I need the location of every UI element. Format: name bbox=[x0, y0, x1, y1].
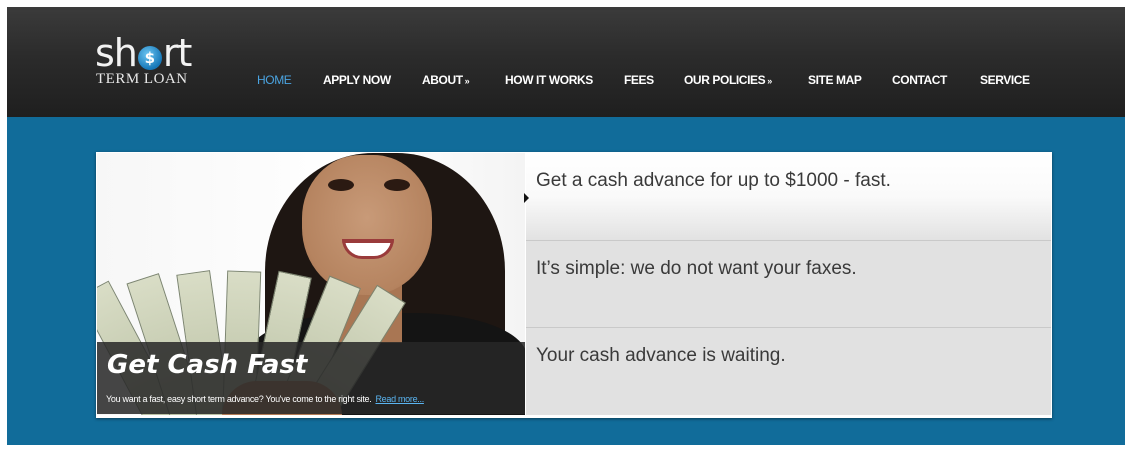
nav-our-policies[interactable]: OUR POLICIES» bbox=[684, 73, 772, 87]
nav-site-map[interactable]: SITE MAP bbox=[808, 73, 862, 87]
page-frame: sh $ rt TERM LOAN HOME APPLY NOW ABOUT» HO… bbox=[7, 7, 1125, 445]
nav-service[interactable]: SERVICE bbox=[980, 73, 1030, 87]
slider-tab-text: It’s simple: we do not want your faxes. bbox=[536, 258, 857, 279]
nav-contact[interactable]: CONTACT bbox=[892, 73, 947, 87]
slider-tabs: Get a cash advance for up to $1000 - fas… bbox=[524, 153, 1051, 415]
logo-text-start: sh bbox=[95, 31, 138, 75]
logo-text-end: rt bbox=[162, 31, 193, 75]
photo-eye bbox=[384, 179, 410, 191]
dropdown-arrow-icon: » bbox=[464, 76, 470, 86]
nav-fees[interactable]: FEES bbox=[624, 73, 654, 87]
slider-tab-text: Your cash advance is waiting. bbox=[536, 345, 786, 366]
nav-home[interactable]: HOME bbox=[257, 73, 292, 87]
slider-tab-1[interactable]: Get a cash advance for up to $1000 - fas… bbox=[524, 153, 1051, 241]
active-tab-arrow-icon bbox=[524, 193, 529, 203]
dollar-coin-icon: $ bbox=[137, 46, 162, 70]
featured-slider: Get Cash Fast You want a fast, easy shor… bbox=[96, 152, 1052, 418]
slider-tab-3[interactable]: Your cash advance is waiting. bbox=[526, 328, 1051, 415]
nav-about-label: ABOUT bbox=[422, 73, 463, 87]
slide-caption-title: Get Cash Fast bbox=[107, 350, 308, 380]
main-nav: HOME APPLY NOW ABOUT» HOW IT WORKS FEES … bbox=[7, 73, 1125, 89]
dropdown-arrow-icon: » bbox=[767, 76, 772, 86]
read-more-link[interactable]: Read more... bbox=[375, 394, 424, 404]
site-header: sh $ rt TERM LOAN HOME APPLY NOW ABOUT» HO… bbox=[7, 7, 1125, 117]
nav-our-policies-label: OUR POLICIES bbox=[684, 73, 766, 87]
slide-caption-body: You want a fast, easy short term advance… bbox=[106, 394, 372, 404]
slide-caption: Get Cash Fast You want a fast, easy shor… bbox=[97, 342, 525, 414]
slider-tab-2[interactable]: It’s simple: we do not want your faxes. bbox=[526, 241, 1051, 328]
nav-how-it-works[interactable]: HOW IT WORKS bbox=[505, 73, 593, 87]
nav-about[interactable]: ABOUT» bbox=[422, 73, 470, 87]
nav-apply-now[interactable]: APPLY NOW bbox=[323, 73, 391, 87]
logo-wordmark: sh $ rt bbox=[95, 31, 193, 75]
slide-caption-text: You want a fast, easy short term advance… bbox=[106, 394, 424, 404]
slider-tab-text: Get a cash advance for up to $1000 - fas… bbox=[536, 170, 891, 191]
photo-eye bbox=[328, 179, 354, 191]
